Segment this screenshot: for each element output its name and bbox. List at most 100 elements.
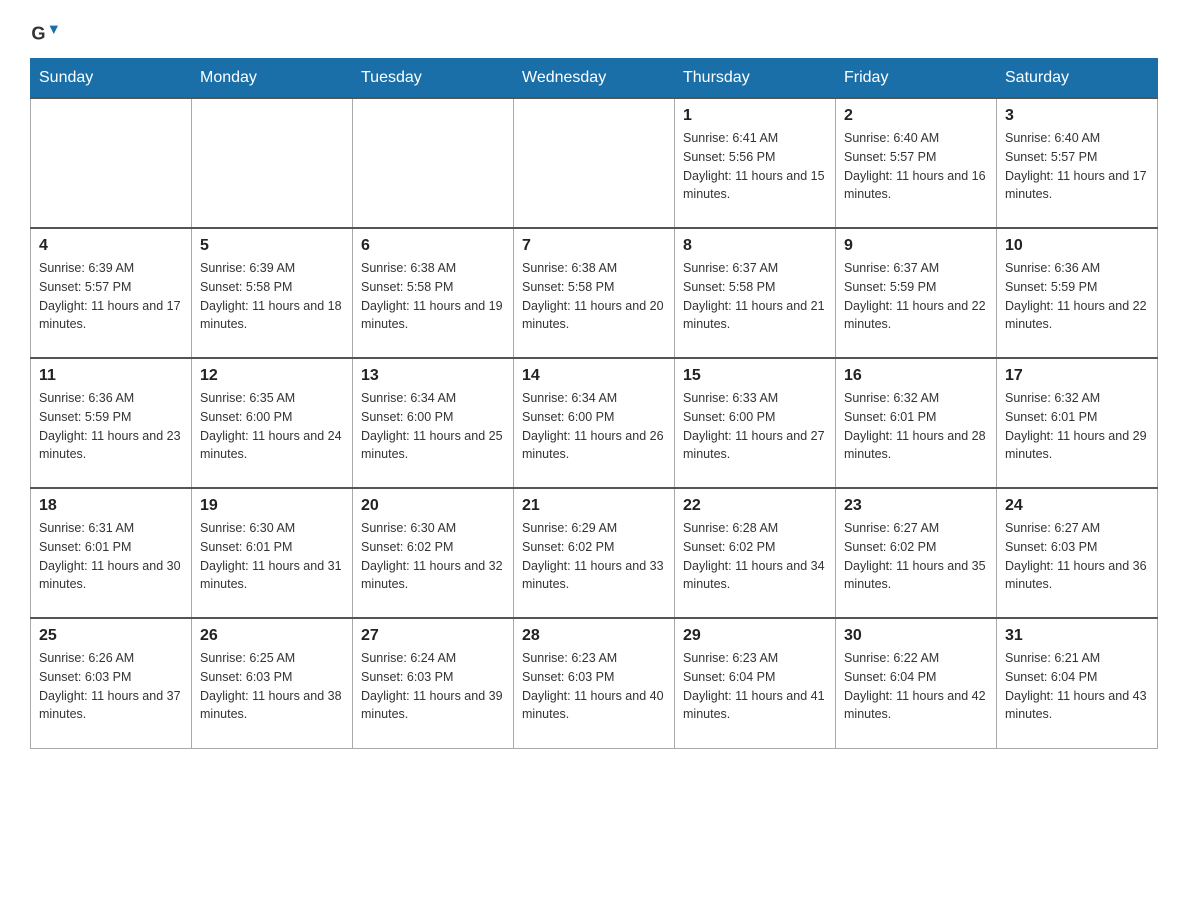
day-number: 16 [844,367,988,385]
day-info: Sunrise: 6:34 AMSunset: 6:00 PMDaylight:… [522,389,666,464]
day-info: Sunrise: 6:30 AMSunset: 6:01 PMDaylight:… [200,519,344,594]
day-number: 6 [361,237,505,255]
day-of-week-header: Wednesday [514,59,675,99]
svg-text:G: G [31,24,45,44]
day-info: Sunrise: 6:41 AMSunset: 5:56 PMDaylight:… [683,129,827,204]
day-info: Sunrise: 6:31 AMSunset: 6:01 PMDaylight:… [39,519,183,594]
day-number: 19 [200,497,344,515]
day-of-week-header: Thursday [675,59,836,99]
calendar-week-row: 18 Sunrise: 6:31 AMSunset: 6:01 PMDayligh… [31,488,1158,618]
calendar-day-cell: 12 Sunrise: 6:35 AMSunset: 6:00 PMDayligh… [192,358,353,488]
day-number: 25 [39,627,183,645]
calendar-day-cell: 11 Sunrise: 6:36 AMSunset: 5:59 PMDayligh… [31,358,192,488]
day-of-week-header: Saturday [997,59,1158,99]
day-number: 18 [39,497,183,515]
day-number: 4 [39,237,183,255]
day-info: Sunrise: 6:32 AMSunset: 6:01 PMDaylight:… [1005,389,1149,464]
day-number: 27 [361,627,505,645]
calendar-day-cell: 16 Sunrise: 6:32 AMSunset: 6:01 PMDayligh… [836,358,997,488]
day-number: 28 [522,627,666,645]
day-info: Sunrise: 6:22 AMSunset: 6:04 PMDaylight:… [844,649,988,724]
calendar-day-cell: 1 Sunrise: 6:41 AMSunset: 5:56 PMDaylight… [675,98,836,228]
calendar-day-cell: 15Sunrise: 6:33 AMSunset: 6:00 PMDayligh… [675,358,836,488]
day-info: Sunrise: 6:27 AMSunset: 6:02 PMDaylight:… [844,519,988,594]
page-header: G [30,20,1158,48]
calendar-week-row: 11 Sunrise: 6:36 AMSunset: 5:59 PMDayligh… [31,358,1158,488]
calendar-day-cell: 24Sunrise: 6:27 AMSunset: 6:03 PMDayligh… [997,488,1158,618]
day-info: Sunrise: 6:34 AMSunset: 6:00 PMDaylight:… [361,389,505,464]
day-number: 30 [844,627,988,645]
calendar-day-cell: 18 Sunrise: 6:31 AMSunset: 6:01 PMDayligh… [31,488,192,618]
calendar-week-row: 1 Sunrise: 6:41 AMSunset: 5:56 PMDaylight… [31,98,1158,228]
logo-icon: G [30,20,58,48]
calendar-day-cell: 4 Sunrise: 6:39 AMSunset: 5:57 PMDaylight… [31,228,192,358]
calendar-day-cell [192,98,353,228]
day-info: Sunrise: 6:39 AMSunset: 5:58 PMDaylight:… [200,259,344,334]
calendar-day-cell: 2 Sunrise: 6:40 AMSunset: 5:57 PMDaylight… [836,98,997,228]
day-info: Sunrise: 6:26 AMSunset: 6:03 PMDaylight:… [39,649,183,724]
calendar-day-cell: 9 Sunrise: 6:37 AMSunset: 5:59 PMDaylight… [836,228,997,358]
day-number: 17 [1005,367,1149,385]
logo: G [30,20,62,48]
day-info: Sunrise: 6:37 AMSunset: 5:59 PMDaylight:… [844,259,988,334]
day-of-week-header: Tuesday [353,59,514,99]
day-info: Sunrise: 6:40 AMSunset: 5:57 PMDaylight:… [1005,129,1149,204]
day-number: 15 [683,367,827,385]
calendar-day-cell: 5 Sunrise: 6:39 AMSunset: 5:58 PMDaylight… [192,228,353,358]
day-number: 9 [844,237,988,255]
day-number: 22 [683,497,827,515]
calendar-day-cell: 23 Sunrise: 6:27 AMSunset: 6:02 PMDayligh… [836,488,997,618]
calendar-day-cell: 6Sunrise: 6:38 AMSunset: 5:58 PMDaylight… [353,228,514,358]
day-info: Sunrise: 6:36 AMSunset: 5:59 PMDaylight:… [39,389,183,464]
calendar-day-cell: 8Sunrise: 6:37 AMSunset: 5:58 PMDaylight… [675,228,836,358]
day-info: Sunrise: 6:24 AMSunset: 6:03 PMDaylight:… [361,649,505,724]
calendar-day-cell [31,98,192,228]
day-info: Sunrise: 6:30 AMSunset: 6:02 PMDaylight:… [361,519,505,594]
day-number: 14 [522,367,666,385]
day-info: Sunrise: 6:29 AMSunset: 6:02 PMDaylight:… [522,519,666,594]
calendar-day-cell: 10 Sunrise: 6:36 AMSunset: 5:59 PMDayligh… [997,228,1158,358]
calendar-day-cell: 21 Sunrise: 6:29 AMSunset: 6:02 PMDayligh… [514,488,675,618]
day-of-week-header: Monday [192,59,353,99]
calendar-day-cell: 14 Sunrise: 6:34 AMSunset: 6:00 PMDayligh… [514,358,675,488]
calendar-day-cell [514,98,675,228]
day-info: Sunrise: 6:39 AMSunset: 5:57 PMDaylight:… [39,259,183,334]
calendar-day-cell: 26Sunrise: 6:25 AMSunset: 6:03 PMDayligh… [192,618,353,748]
calendar-day-cell: 19 Sunrise: 6:30 AMSunset: 6:01 PMDayligh… [192,488,353,618]
calendar-day-cell: 31Sunrise: 6:21 AMSunset: 6:04 PMDayligh… [997,618,1158,748]
day-number: 12 [200,367,344,385]
calendar-day-cell [353,98,514,228]
day-number: 13 [361,367,505,385]
day-info: Sunrise: 6:32 AMSunset: 6:01 PMDaylight:… [844,389,988,464]
day-number: 5 [200,237,344,255]
day-number: 11 [39,367,183,385]
day-number: 2 [844,107,988,125]
calendar-header-row: SundayMondayTuesdayWednesdayThursdayFrid… [31,59,1158,99]
day-of-week-header: Sunday [31,59,192,99]
day-info: Sunrise: 6:35 AMSunset: 6:00 PMDaylight:… [200,389,344,464]
day-info: Sunrise: 6:38 AMSunset: 5:58 PMDaylight:… [522,259,666,334]
day-info: Sunrise: 6:36 AMSunset: 5:59 PMDaylight:… [1005,259,1149,334]
calendar-week-row: 4 Sunrise: 6:39 AMSunset: 5:57 PMDaylight… [31,228,1158,358]
calendar-day-cell: 13 Sunrise: 6:34 AMSunset: 6:00 PMDayligh… [353,358,514,488]
calendar-day-cell: 20 Sunrise: 6:30 AMSunset: 6:02 PMDayligh… [353,488,514,618]
day-number: 24 [1005,497,1149,515]
day-number: 26 [200,627,344,645]
calendar-table: SundayMondayTuesdayWednesdayThursdayFrid… [30,58,1158,749]
calendar-day-cell: 29Sunrise: 6:23 AMSunset: 6:04 PMDayligh… [675,618,836,748]
day-number: 21 [522,497,666,515]
calendar-week-row: 25 Sunrise: 6:26 AMSunset: 6:03 PMDayligh… [31,618,1158,748]
calendar-day-cell: 30 Sunrise: 6:22 AMSunset: 6:04 PMDayligh… [836,618,997,748]
day-number: 1 [683,107,827,125]
day-number: 23 [844,497,988,515]
day-info: Sunrise: 6:28 AMSunset: 6:02 PMDaylight:… [683,519,827,594]
calendar-day-cell: 3 Sunrise: 6:40 AMSunset: 5:57 PMDaylight… [997,98,1158,228]
calendar-day-cell: 7Sunrise: 6:38 AMSunset: 5:58 PMDaylight… [514,228,675,358]
day-info: Sunrise: 6:40 AMSunset: 5:57 PMDaylight:… [844,129,988,204]
day-number: 3 [1005,107,1149,125]
day-info: Sunrise: 6:37 AMSunset: 5:58 PMDaylight:… [683,259,827,334]
calendar-day-cell: 17 Sunrise: 6:32 AMSunset: 6:01 PMDayligh… [997,358,1158,488]
day-of-week-header: Friday [836,59,997,99]
day-number: 20 [361,497,505,515]
day-number: 10 [1005,237,1149,255]
